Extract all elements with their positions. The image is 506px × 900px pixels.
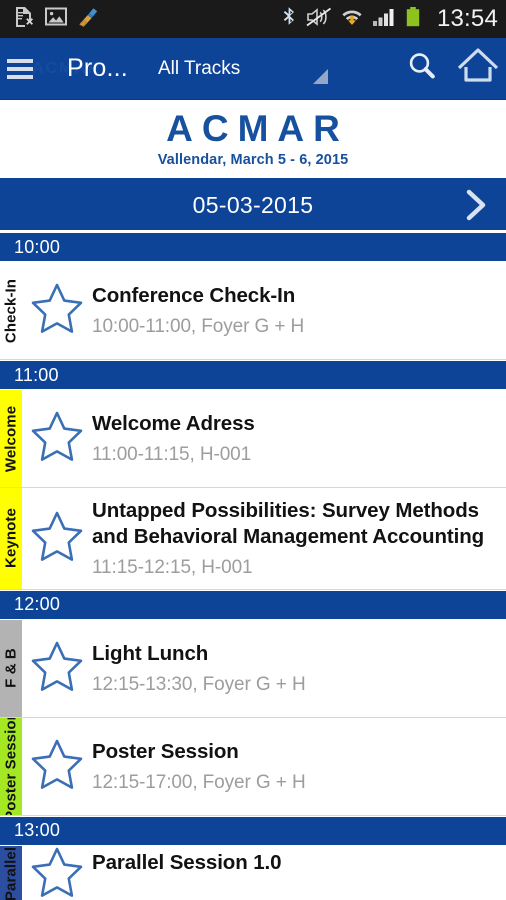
session-meta: 12:15-13:30, Foyer G + H bbox=[92, 673, 306, 695]
session-body: Welcome Adress 11:00-11:15, H-001 bbox=[92, 390, 506, 487]
session-row[interactable]: Check-In Conference Check-In 10:00-11:00, … bbox=[0, 262, 506, 360]
home-icon bbox=[456, 46, 500, 91]
time-header: 11:00 bbox=[0, 360, 506, 390]
session-title: Welcome Adress bbox=[92, 412, 255, 436]
wifi-download-icon bbox=[341, 6, 363, 33]
session-meta: 10:00-11:00, Foyer G + H bbox=[92, 315, 305, 337]
track-label: Check-In bbox=[2, 278, 20, 343]
schedule-list[interactable]: 10:00 Check-In Conference Check-In 10:00-11… bbox=[0, 232, 506, 900]
star-outline-icon bbox=[30, 282, 84, 339]
session-body: Conference Check-In 10:00-11:00, Foyer G … bbox=[92, 262, 506, 359]
track-color-bar: Keynote bbox=[0, 488, 22, 589]
session-title: Parallel Session 1.0 bbox=[92, 850, 282, 874]
session-meta: 12:15-17:00, Foyer G + H bbox=[92, 771, 306, 793]
search-button[interactable] bbox=[394, 38, 450, 100]
track-label: F & B bbox=[2, 648, 20, 688]
status-clock: 13:54 bbox=[436, 5, 498, 32]
time-header-label: 11:00 bbox=[14, 364, 59, 385]
track-label: Welcome bbox=[2, 405, 20, 472]
selected-date: 05-03-2015 bbox=[192, 191, 314, 218]
favorite-star-button[interactable] bbox=[22, 718, 92, 815]
cellular-signal-icon bbox=[372, 7, 396, 32]
favorite-star-button[interactable] bbox=[22, 620, 92, 717]
time-header-label: 13:00 bbox=[14, 820, 61, 841]
home-button[interactable] bbox=[450, 38, 506, 100]
sound-mute-vibrate-off-icon bbox=[306, 7, 332, 32]
conference-logo-band: ACMAR Vallendar, March 5 - 6, 2015 bbox=[0, 100, 506, 180]
session-meta: 11:15-12:15, H-001 bbox=[92, 556, 253, 578]
star-outline-icon bbox=[30, 510, 84, 567]
session-title: Untapped Possibilities: Survey Methods a… bbox=[92, 499, 485, 548]
session-row[interactable]: Poster Session Poster Session 12:15-17:00,… bbox=[0, 717, 506, 816]
time-header-label: 10:00 bbox=[14, 236, 61, 257]
status-bar-left-icons bbox=[14, 6, 100, 33]
track-label: Keynote bbox=[2, 508, 20, 569]
hamburger-menu-icon[interactable] bbox=[3, 58, 37, 79]
conference-logo-name: ACMAR bbox=[166, 108, 349, 149]
hamburger-line bbox=[7, 58, 33, 63]
chevron-right-icon[interactable] bbox=[458, 188, 492, 222]
session-title: Light Lunch bbox=[92, 641, 209, 665]
sim-card-error-icon bbox=[14, 6, 34, 33]
session-body: Parallel Session 1.0 bbox=[92, 846, 506, 900]
page-title: Pro... bbox=[67, 54, 128, 82]
session-title: Poster Session bbox=[92, 739, 239, 763]
track-filter-value: All Tracks bbox=[157, 57, 241, 79]
session-meta: 11:00-11:15, H-001 bbox=[92, 443, 252, 465]
search-icon bbox=[405, 49, 439, 88]
session-row[interactable]: Welcome Welcome Adress 11:00-11:15, H-001 bbox=[0, 390, 506, 488]
star-outline-icon bbox=[30, 846, 84, 900]
battery-icon bbox=[405, 6, 421, 33]
star-outline-icon bbox=[30, 640, 84, 697]
favorite-star-button[interactable] bbox=[22, 262, 92, 359]
image-icon bbox=[45, 7, 67, 31]
bluetooth-icon bbox=[282, 6, 297, 33]
status-bar-right-icons: 13:54 bbox=[282, 5, 498, 33]
time-header-label: 12:00 bbox=[14, 594, 61, 615]
time-header: 10:00 bbox=[0, 232, 506, 262]
hamburger-line bbox=[7, 74, 33, 79]
session-row[interactable]: Keynote Untapped Possibilities: Survey Me… bbox=[0, 488, 506, 590]
session-row[interactable]: Parallel Parallel Session 1.0 bbox=[0, 845, 506, 900]
track-label: Poster Session bbox=[2, 717, 20, 815]
session-body: Light Lunch 12:15-13:30, Foyer G + H bbox=[92, 620, 506, 717]
hamburger-line bbox=[7, 66, 33, 71]
star-outline-icon bbox=[30, 410, 84, 467]
track-color-bar: Parallel bbox=[0, 845, 22, 900]
broom-icon bbox=[78, 6, 100, 33]
track-color-bar: Welcome bbox=[0, 390, 22, 487]
session-row[interactable]: F & B Light Lunch 12:15-13:30, Foyer G + H bbox=[0, 619, 506, 718]
session-body: Untapped Possibilities: Survey Methods a… bbox=[92, 488, 506, 589]
time-header: 12:00 bbox=[0, 589, 506, 620]
date-selector-bar[interactable]: 05-03-2015 bbox=[0, 180, 506, 232]
track-color-bar: F & B bbox=[0, 619, 22, 717]
app-screen: 13:54 ACMAR Pro... All Tracks ACMAR Vall… bbox=[0, 0, 506, 900]
favorite-star-button[interactable] bbox=[22, 846, 92, 900]
conference-logo-subtitle: Vallendar, March 5 - 6, 2015 bbox=[157, 152, 349, 168]
track-color-bar: Poster Session bbox=[0, 717, 22, 815]
track-filter-spinner[interactable]: All Tracks bbox=[158, 38, 394, 100]
app-action-bar: ACMAR Pro... All Tracks bbox=[0, 38, 506, 100]
track-label: Parallel bbox=[2, 847, 20, 900]
session-title: Conference Check-In bbox=[92, 284, 296, 308]
time-header: 13:00 bbox=[0, 815, 506, 846]
session-body: Poster Session 12:15-17:00, Foyer G + H bbox=[92, 718, 506, 815]
system-status-bar: 13:54 bbox=[0, 0, 506, 38]
spinner-caret-icon bbox=[313, 68, 328, 84]
star-outline-icon bbox=[30, 738, 84, 795]
track-color-bar: Check-In bbox=[0, 262, 22, 359]
favorite-star-button[interactable] bbox=[22, 390, 92, 487]
favorite-star-button[interactable] bbox=[22, 488, 92, 589]
